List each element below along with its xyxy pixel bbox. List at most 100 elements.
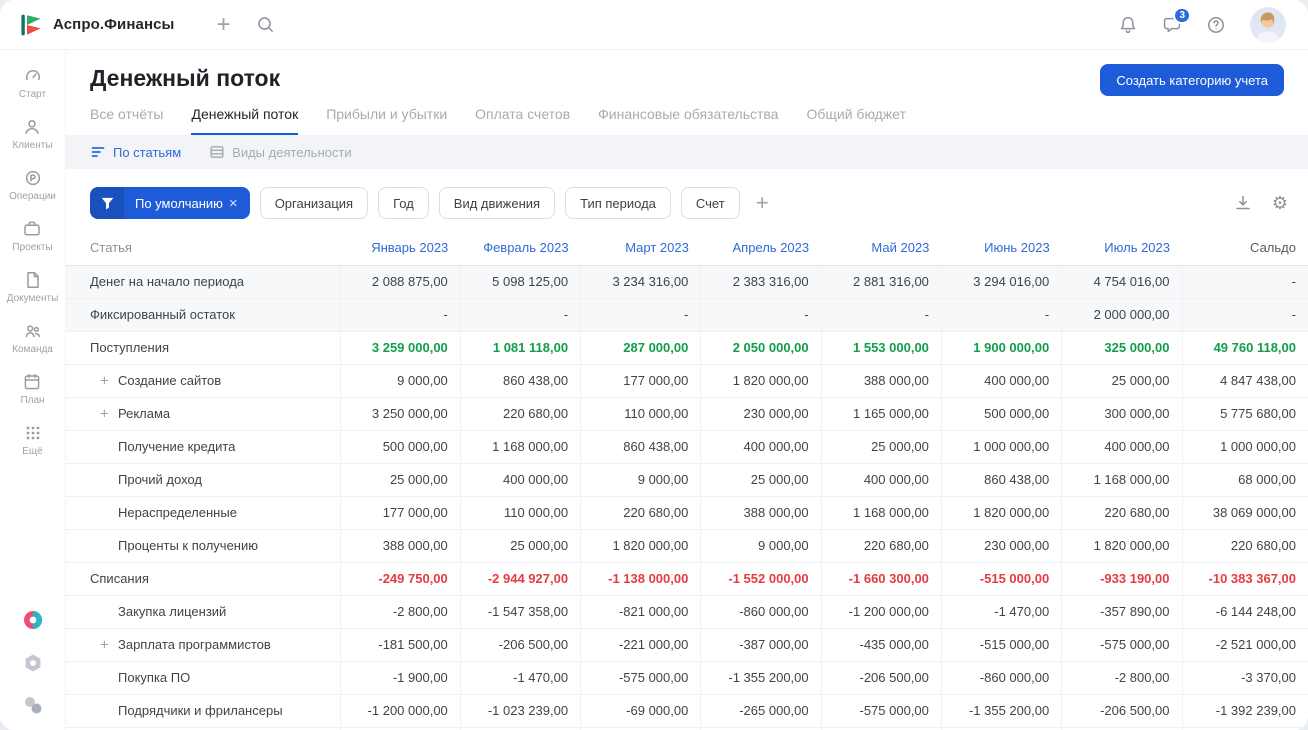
row-label-cell[interactable]: Получение кредита — [66, 430, 340, 464]
value-cell[interactable]: - — [940, 298, 1062, 332]
aspro-product-icon-1[interactable] — [22, 652, 44, 674]
value-cell[interactable]: -515 000,00 — [940, 628, 1062, 662]
gear-icon[interactable]: ⚙ — [1272, 194, 1288, 212]
sidebar-item-clients[interactable]: Клиенты — [12, 117, 53, 151]
value-cell[interactable]: -249 750,00 — [339, 562, 461, 596]
value-cell[interactable]: - — [820, 298, 942, 332]
remove-filter-icon[interactable]: × — [229, 196, 250, 211]
value-cell[interactable]: 287 000,00 — [580, 331, 701, 365]
search-icon[interactable] — [256, 15, 275, 34]
row-label-cell[interactable]: + Создание сайтов — [66, 364, 340, 398]
value-cell[interactable]: 1 168 000,00 — [820, 496, 942, 530]
value-cell[interactable]: -206 500,00 — [459, 628, 581, 662]
row-label-cell[interactable]: Поступления — [66, 331, 340, 365]
value-cell[interactable]: 110 000,00 — [459, 496, 581, 530]
column-header-month[interactable]: Июнь 2023 — [941, 231, 1062, 266]
value-cell[interactable]: -821 000,00 — [580, 595, 701, 629]
active-filter-chip[interactable]: По умолчанию × — [90, 187, 250, 219]
filter-chip-5[interactable]: Счет — [680, 187, 740, 219]
value-cell[interactable]: 4 754 016,00 — [1061, 265, 1182, 299]
sidebar-item-projects[interactable]: Проекты — [12, 219, 53, 253]
aspro-product-icon-2[interactable] — [22, 694, 44, 716]
value-cell[interactable]: 388 000,00 — [820, 364, 942, 398]
value-cell[interactable]: - — [700, 298, 822, 332]
value-cell[interactable]: 860 438,00 — [580, 430, 701, 464]
value-cell[interactable]: -1 470,00 — [459, 661, 581, 695]
value-cell[interactable]: -2 800,00 — [339, 595, 461, 629]
value-cell[interactable]: - — [339, 298, 461, 332]
saldo-cell[interactable]: - — [1181, 298, 1308, 332]
saldo-cell[interactable]: 1 000 000,00 — [1181, 430, 1308, 464]
value-cell[interactable]: 1 820 000,00 — [1061, 529, 1182, 563]
value-cell[interactable]: 500 000,00 — [940, 397, 1062, 431]
value-cell[interactable]: 3 234 316,00 — [580, 265, 701, 299]
saldo-cell[interactable]: -1 392 239,00 — [1181, 694, 1308, 728]
value-cell[interactable]: -1 138 000,00 — [580, 562, 701, 596]
value-cell[interactable]: 220 680,00 — [459, 397, 581, 431]
add-filter-icon[interactable]: + — [756, 192, 769, 214]
saldo-cell[interactable]: 38 069 000,00 — [1181, 496, 1308, 530]
value-cell[interactable]: 1 000 000,00 — [940, 430, 1062, 464]
value-cell[interactable]: 1 820 000,00 — [700, 364, 822, 398]
sidebar-item-more[interactable]: Ещё — [22, 423, 43, 457]
report-tab-2[interactable]: Денежный поток — [191, 106, 299, 135]
saldo-cell[interactable]: 4 847 438,00 — [1181, 364, 1308, 398]
report-tab-5[interactable]: Финансовые обязательства — [598, 106, 778, 135]
avatar[interactable] — [1250, 6, 1286, 43]
create-category-button[interactable]: Создать категорию учета — [1100, 64, 1284, 96]
row-label-cell[interactable]: Прочий доход — [66, 463, 340, 497]
row-label-cell[interactable]: + Реклама — [66, 397, 340, 431]
row-label-cell[interactable]: + Зарплата программистов — [66, 628, 340, 662]
value-cell[interactable]: 1 081 118,00 — [459, 331, 581, 365]
value-cell[interactable]: 230 000,00 — [940, 529, 1062, 563]
column-header-month[interactable]: Март 2023 — [580, 231, 701, 266]
chat-icon[interactable]: 3 — [1162, 6, 1191, 35]
value-cell[interactable]: -860 000,00 — [940, 661, 1062, 695]
value-cell[interactable]: 220 680,00 — [1061, 496, 1182, 530]
download-icon[interactable] — [1234, 194, 1252, 212]
row-label-cell[interactable]: Списания — [66, 562, 340, 596]
value-cell[interactable]: -1 900,00 — [339, 661, 461, 695]
value-cell[interactable]: 400 000,00 — [820, 463, 942, 497]
view-tab-1[interactable]: По статьям — [90, 144, 181, 160]
value-cell[interactable]: -206 500,00 — [820, 661, 942, 695]
value-cell[interactable]: -1 355 200,00 — [700, 661, 822, 695]
value-cell[interactable]: 300 000,00 — [1061, 397, 1182, 431]
expand-row-icon[interactable]: + — [100, 637, 109, 652]
row-label-cell[interactable]: Подрядчики и фрилансеры — [66, 694, 340, 728]
value-cell[interactable]: 25 000,00 — [820, 430, 942, 464]
value-cell[interactable]: 9 000,00 — [580, 463, 701, 497]
help-icon[interactable] — [1206, 15, 1226, 35]
value-cell[interactable]: 400 000,00 — [700, 430, 822, 464]
saldo-cell[interactable]: -2 521 000,00 — [1181, 628, 1308, 662]
value-cell[interactable]: 3 250 000,00 — [339, 397, 461, 431]
value-cell[interactable]: -575 000,00 — [580, 661, 701, 695]
value-cell[interactable]: -206 500,00 — [1061, 694, 1182, 728]
value-cell[interactable]: - — [580, 298, 701, 332]
value-cell[interactable]: 177 000,00 — [580, 364, 701, 398]
value-cell[interactable]: -69 000,00 — [580, 694, 701, 728]
value-cell[interactable]: 3 259 000,00 — [339, 331, 461, 365]
value-cell[interactable]: 177 000,00 — [339, 496, 461, 530]
value-cell[interactable]: 1 820 000,00 — [940, 496, 1062, 530]
value-cell[interactable]: 400 000,00 — [940, 364, 1062, 398]
column-header-month[interactable]: Февраль 2023 — [460, 231, 581, 266]
column-header-month[interactable]: Январь 2023 — [340, 231, 461, 266]
value-cell[interactable]: 230 000,00 — [700, 397, 822, 431]
column-header-month[interactable]: Июль 2023 — [1061, 231, 1182, 266]
value-cell[interactable]: 3 294 016,00 — [940, 265, 1062, 299]
value-cell[interactable]: 2 383 316,00 — [700, 265, 822, 299]
value-cell[interactable]: 325 000,00 — [1061, 331, 1182, 365]
value-cell[interactable]: -1 023 239,00 — [459, 694, 581, 728]
report-tab-6[interactable]: Общий бюджет — [806, 106, 905, 135]
value-cell[interactable]: - — [459, 298, 581, 332]
value-cell[interactable]: 2 050 000,00 — [700, 331, 822, 365]
value-cell[interactable]: -933 190,00 — [1061, 562, 1182, 596]
value-cell[interactable]: 2 088 875,00 — [339, 265, 461, 299]
app-logo-icon[interactable] — [18, 12, 44, 38]
expand-row-icon[interactable]: + — [100, 373, 109, 388]
value-cell[interactable]: -435 000,00 — [820, 628, 942, 662]
value-cell[interactable]: -357 890,00 — [1061, 595, 1182, 629]
value-cell[interactable]: 1 820 000,00 — [580, 529, 701, 563]
row-label-cell[interactable]: Закупка лицензий — [66, 595, 340, 629]
